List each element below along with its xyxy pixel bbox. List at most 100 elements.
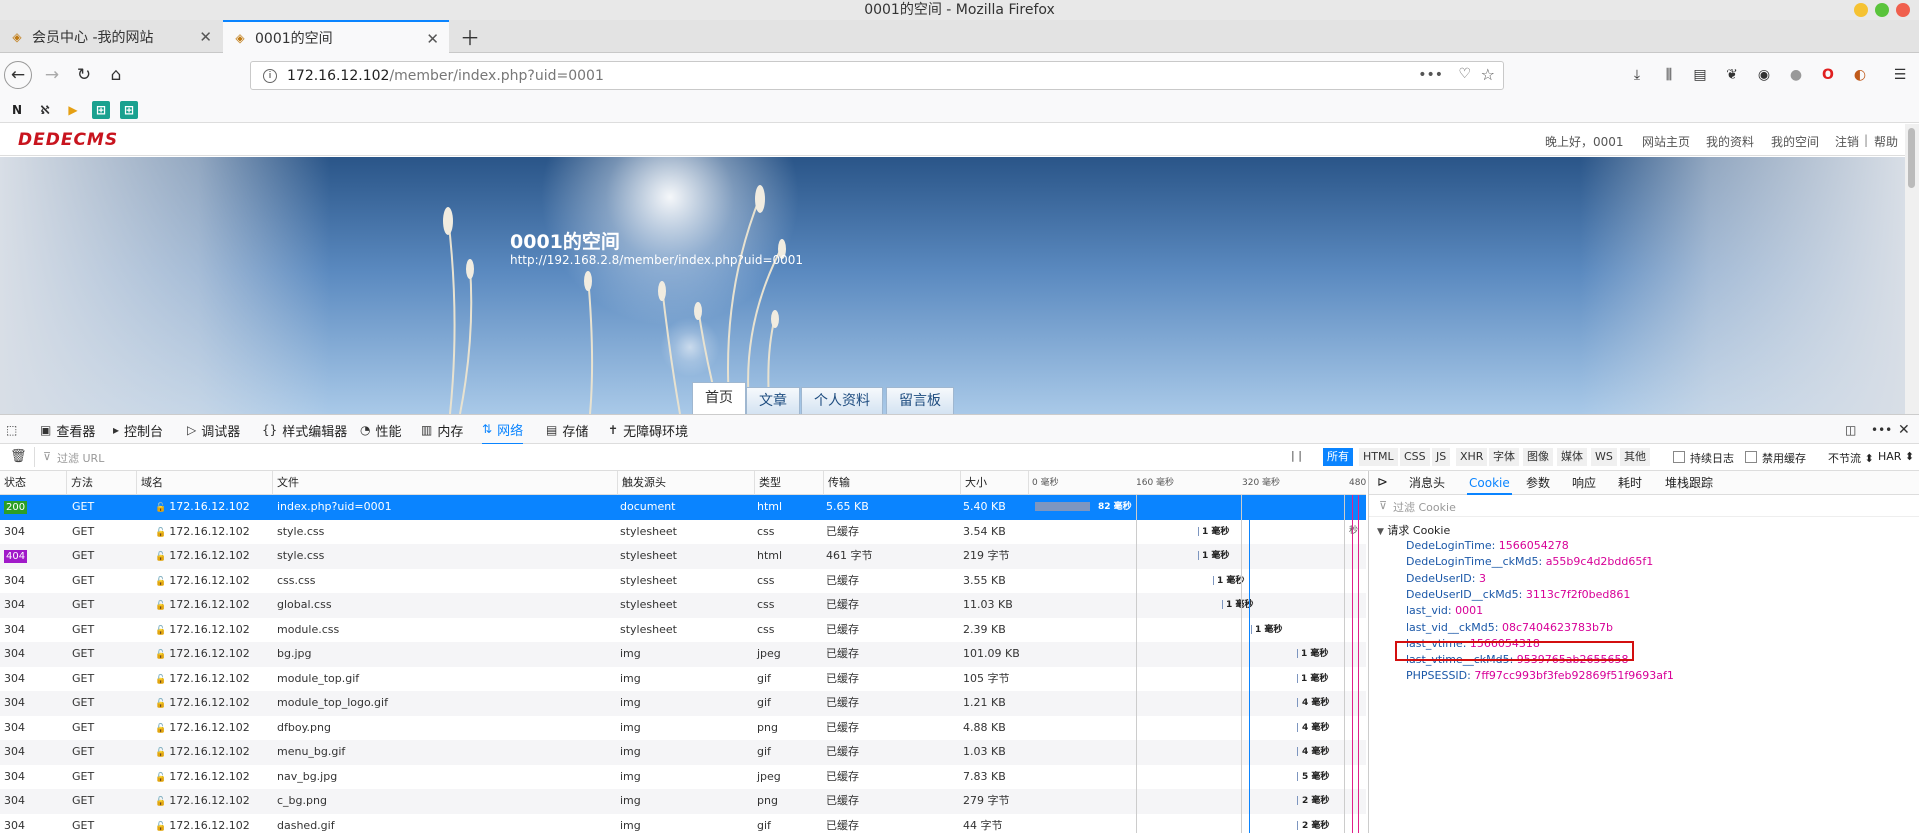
table-row[interactable]: 304 GET 🔓 172.16.12.102 css.css stylesheet css… <box>0 569 1366 594</box>
page-tab-guestbook[interactable]: 留言板 <box>886 387 954 414</box>
filter-images[interactable]: 图像 <box>1523 448 1553 466</box>
library-icon[interactable]: ⫼ <box>1657 63 1681 87</box>
new-tab-button[interactable]: ＋ <box>454 20 484 53</box>
bookmark-star-icon[interactable]: ☆ <box>1481 65 1495 84</box>
tool-accessibility[interactable]: ✝ 无障碍环境 <box>608 415 688 445</box>
info-icon[interactable]: i <box>263 68 277 83</box>
page-scrollbar-thumb[interactable] <box>1908 128 1915 188</box>
bookmark-grid-icon[interactable]: ⊞ <box>92 101 110 119</box>
close-window-button[interactable] <box>1896 3 1910 17</box>
close-tab-icon[interactable]: ✕ <box>199 28 212 46</box>
cookie-item[interactable]: DedeLoginTime: 1566054278 <box>1406 539 1569 552</box>
bookmark-n-icon[interactable]: N <box>8 101 26 119</box>
filter-fonts[interactable]: 字体 <box>1489 448 1519 466</box>
my-profile-link[interactable]: 我的资料 <box>1706 133 1754 150</box>
bookmark-play-icon[interactable]: ▶ <box>64 101 82 119</box>
request-cookies-section[interactable]: ▼ 请求 Cookie <box>1377 522 1450 538</box>
tool-network[interactable]: ⇅ 网络 <box>482 415 524 445</box>
tool-style-editor[interactable]: {} 样式编辑器 <box>262 415 347 445</box>
my-space-link[interactable]: 我的空间 <box>1771 133 1819 150</box>
cookie-item[interactable]: PHPSESSID: 7ff97cc993bf3feb92869f51f9693… <box>1406 669 1674 682</box>
col-waterfall[interactable]: 0 毫秒 160 毫秒 320 毫秒 480 毫秒 <box>1029 471 1366 536</box>
col-domain[interactable]: 域名 <box>137 471 273 495</box>
tab-stack-trace[interactable]: 堆栈跟踪 <box>1665 471 1713 495</box>
browser-tab-space[interactable]: ◈ 0001的空间 ✕ <box>223 20 449 54</box>
forward-button[interactable]: → <box>38 61 66 89</box>
extension-avatar-icon[interactable]: ◐ <box>1848 63 1872 87</box>
tool-performance[interactable]: ◔ 性能 <box>360 415 402 445</box>
col-method[interactable]: 方法 <box>67 471 137 495</box>
page-actions-icon[interactable]: ••• <box>1418 67 1443 83</box>
col-transfer[interactable]: 传输 <box>824 471 961 495</box>
menu-icon[interactable]: ☰ <box>1888 63 1912 87</box>
extension-circle-icon[interactable]: ● <box>1784 63 1808 87</box>
page-tab-articles[interactable]: 文章 <box>746 387 800 414</box>
extension-opera-icon[interactable]: O <box>1816 63 1840 87</box>
filter-all[interactable]: 所有 <box>1323 448 1353 466</box>
clear-trash-icon[interactable]: 🗑 <box>10 449 27 464</box>
back-button[interactable]: ← <box>4 61 32 89</box>
filter-xhr[interactable]: XHR <box>1456 448 1488 466</box>
cookie-filter-input[interactable]: ⊽ 过滤 Cookie <box>1369 495 1919 517</box>
filter-css[interactable]: CSS <box>1400 448 1430 466</box>
table-row[interactable]: 304 GET 🔓 172.16.12.102 module_top_logo.gif i… <box>0 691 1366 716</box>
extension-fox-icon[interactable]: ❦ <box>1720 63 1744 87</box>
throttling-select[interactable]: 不节流 ⬍ <box>1828 450 1874 466</box>
table-row[interactable]: 200 GET 🔓 172.16.12.102 index.php?uid=0001 do… <box>0 495 1366 520</box>
close-tab-icon[interactable]: ✕ <box>426 30 439 48</box>
filter-other[interactable]: 其他 <box>1620 448 1650 466</box>
url-bar[interactable]: i 172.16.12.102/member/index.php?uid=000… <box>250 61 1504 90</box>
tool-storage[interactable]: ▤ 存储 <box>546 415 588 445</box>
toggle-panel-icon[interactable]: ⊳ <box>1377 471 1388 495</box>
minimize-button[interactable] <box>1854 3 1868 17</box>
table-row[interactable]: 304 GET 🔓 172.16.12.102 module.css stylesheet… <box>0 618 1366 643</box>
account-icon[interactable]: ◉ <box>1752 63 1776 87</box>
filter-js[interactable]: JS <box>1432 448 1451 466</box>
tab-cookie[interactable]: Cookie <box>1467 471 1512 495</box>
col-file[interactable]: 文件 <box>273 471 618 495</box>
table-row[interactable]: 304 GET 🔓 172.16.12.102 dfboy.png img png 已缓存 4.… <box>0 716 1366 741</box>
bookmark-a-icon[interactable]: ℵ <box>36 101 54 119</box>
devtools-menu-button[interactable]: ••• <box>1871 415 1897 445</box>
site-home-link[interactable]: 网站主页 <box>1642 133 1690 150</box>
table-row[interactable]: 404 GET 🔓 172.16.12.102 style.css stylesheet h… <box>0 544 1366 569</box>
home-button[interactable]: ⌂ <box>102 61 130 89</box>
space-url[interactable]: http://192.168.2.8/member/index.php?uid=… <box>510 253 803 267</box>
tool-debugger[interactable]: ▷ 调试器 <box>187 415 240 445</box>
tab-timings[interactable]: 耗时 <box>1618 471 1642 495</box>
cookie-item[interactable]: DedeUserID: 3 <box>1406 572 1486 585</box>
filter-ws[interactable]: WS <box>1591 448 1617 466</box>
col-type[interactable]: 类型 <box>755 471 824 495</box>
tool-inspector[interactable]: ▣ 查看器 <box>40 415 95 445</box>
url-filter-input[interactable]: ⊽ 过滤 URL <box>34 447 1034 467</box>
cookie-item[interactable]: DedeUserID__ckMd5: 3113c7f2f0bed861 <box>1406 588 1630 601</box>
bookmark-grid-icon-2[interactable]: ⊞ <box>120 101 138 119</box>
element-picker-button[interactable]: ⬚ <box>6 415 22 445</box>
tab-params[interactable]: 参数 <box>1526 471 1550 495</box>
cookie-item[interactable]: DedeLoginTime__ckMd5: a55b9c4d2bdd65f1 <box>1406 555 1653 568</box>
logout-link[interactable]: 注销 <box>1835 133 1859 150</box>
table-row[interactable]: 304 GET 🔓 172.16.12.102 nav_bg.jpg img jpeg 已缓存… <box>0 765 1366 790</box>
col-size[interactable]: 大小 <box>961 471 1029 495</box>
downloads-icon[interactable]: ⤓ <box>1625 63 1649 87</box>
tab-headers[interactable]: 消息头 <box>1409 471 1445 495</box>
table-row[interactable]: 304 GET 🔓 172.16.12.102 c_bg.png img png 已缓存 279… <box>0 789 1366 814</box>
cookie-item[interactable]: last_vid__ckMd5: 08c7404623783b7b <box>1406 621 1613 634</box>
filter-html[interactable]: HTML <box>1359 448 1398 466</box>
pocket-icon[interactable]: ♡ <box>1458 66 1471 82</box>
table-row[interactable]: 304 GET 🔓 172.16.12.102 dashed.gif img gif 已缓存 4… <box>0 814 1366 833</box>
persist-log-checkbox[interactable] <box>1673 451 1685 463</box>
har-menu[interactable]: HAR ⬍ <box>1878 450 1914 463</box>
cookie-item[interactable]: last_vid: 0001 <box>1406 604 1483 617</box>
table-row[interactable]: 304 GET 🔓 172.16.12.102 bg.jpg img jpeg 已缓存 101.… <box>0 642 1366 667</box>
page-tab-home[interactable]: 首页 <box>692 382 746 414</box>
tab-response[interactable]: 响应 <box>1572 471 1596 495</box>
reload-button[interactable]: ↻ <box>70 61 98 89</box>
disable-cache-checkbox[interactable] <box>1745 451 1757 463</box>
table-row[interactable]: 304 GET 🔓 172.16.12.102 style.css stylesheet c… <box>0 520 1366 545</box>
tool-console[interactable]: ▸ 控制台 <box>113 415 163 445</box>
filter-media[interactable]: 媒体 <box>1557 448 1587 466</box>
pause-recording-button[interactable]: | | <box>1291 449 1302 462</box>
maximize-button[interactable] <box>1875 3 1889 17</box>
col-cause[interactable]: 触发源头 <box>618 471 755 495</box>
